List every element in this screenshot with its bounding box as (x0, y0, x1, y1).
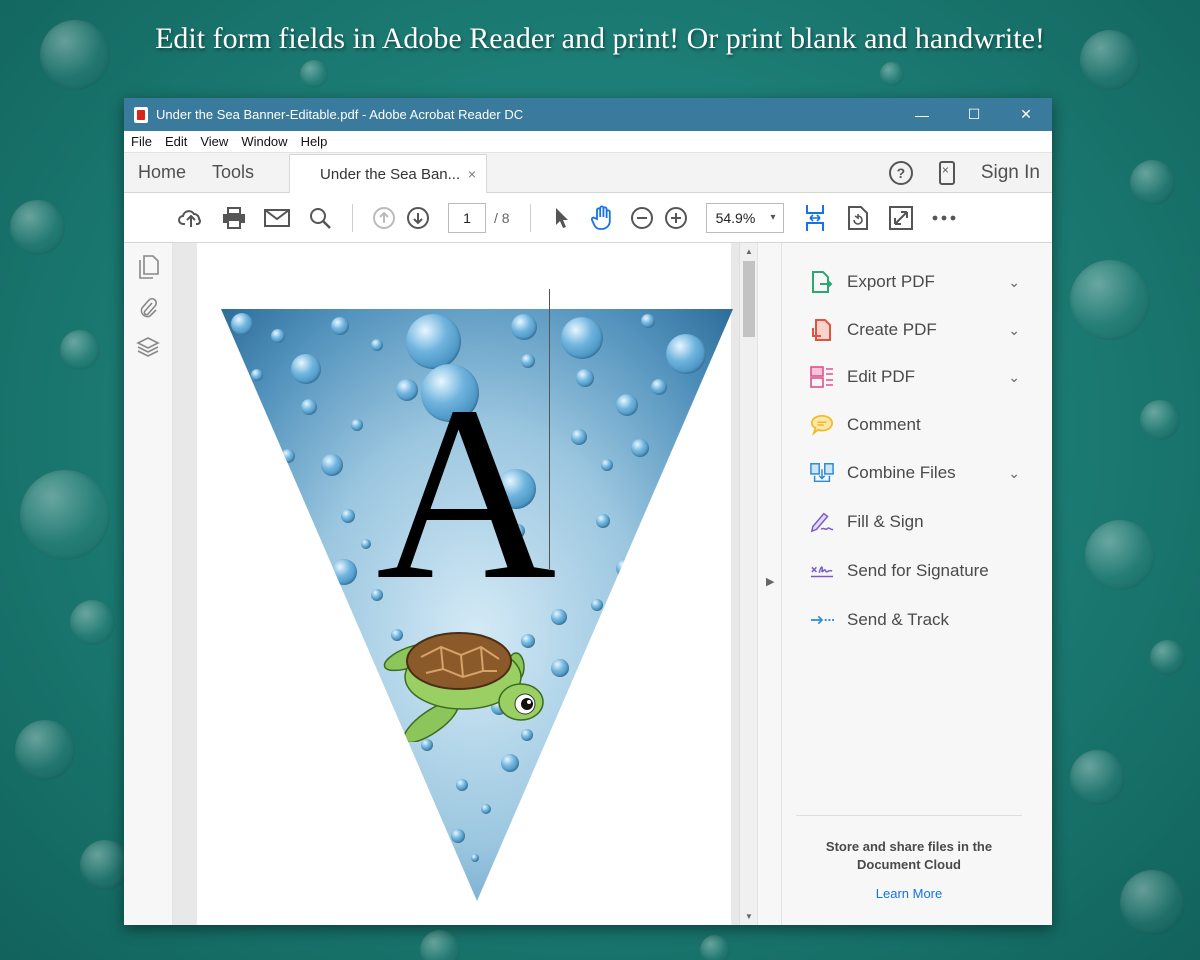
page-thumbnails-icon[interactable] (136, 255, 160, 279)
zoom-level-select[interactable]: 54.9% ▾ (705, 202, 784, 233)
document-viewport[interactable]: A ▲ ▼ (173, 243, 757, 925)
upload-cloud-icon[interactable] (178, 205, 204, 231)
hand-icon[interactable] (589, 205, 615, 231)
tool-edit-pdf[interactable]: Edit PDF ⌄ (810, 362, 1020, 392)
chevron-down-icon[interactable]: ⌄ (1008, 322, 1020, 339)
pdf-page: A (197, 243, 733, 925)
tool-send-and-track[interactable]: Send & Track (810, 605, 1020, 635)
select-arrow-icon[interactable] (549, 205, 575, 231)
expand-right-arrow-icon[interactable]: ▶ (766, 575, 774, 588)
tool-fill-and-sign[interactable]: Fill & Sign (810, 507, 1020, 537)
content-area: ◀ (124, 243, 1052, 925)
vertical-scrollbar[interactable]: ▲ ▼ (739, 243, 757, 925)
tool-comment[interactable]: Comment (810, 410, 1020, 440)
close-tab-icon[interactable]: × (468, 166, 476, 182)
tool-label: Fill & Sign (847, 512, 924, 531)
main-toolbar: 1 / 8 54.9% ▾ (124, 193, 1052, 243)
rotate-icon[interactable] (845, 205, 871, 231)
sea-turtle-illustration (383, 632, 544, 742)
print-icon[interactable] (221, 205, 247, 231)
panel-toggle-strip: ▶ (757, 243, 782, 925)
sign-in-button[interactable]: Sign In (981, 162, 1040, 184)
document-cloud-text: Store and share files in the Document Cl… (825, 839, 993, 872)
page-total: / 8 (494, 209, 510, 226)
send-track-arrow-icon (810, 608, 834, 632)
tab-tools[interactable]: Tools (199, 152, 267, 192)
banner-letter-field[interactable]: A (376, 369, 557, 619)
tool-label: Send & Track (847, 610, 950, 629)
acrobat-window: Under the Sea Banner-Editable.pdf - Adob… (124, 98, 1052, 925)
chevron-down-icon[interactable]: ⌄ (1008, 465, 1020, 482)
prev-page-icon[interactable] (371, 205, 397, 231)
tab-bar: Home Tools Under the Sea Ban... × ? Sign… (124, 153, 1052, 193)
tool-label: Comment (847, 415, 921, 434)
scroll-mode-icon[interactable] (802, 204, 828, 231)
combine-files-icon (810, 461, 834, 485)
menu-bar: File Edit View Window Help (124, 131, 1052, 153)
search-icon[interactable] (307, 205, 333, 231)
scroll-down-icon[interactable]: ▼ (745, 912, 753, 921)
menu-help[interactable]: Help (301, 134, 328, 149)
page-number-input[interactable]: 1 (448, 202, 486, 233)
zoom-in-icon[interactable] (663, 205, 689, 231)
minimize-button[interactable]: — (896, 98, 948, 131)
email-icon[interactable] (264, 205, 290, 231)
help-icon[interactable]: ? (888, 161, 913, 185)
zoom-out-icon[interactable] (629, 205, 655, 231)
tool-label: Send for Signature (847, 561, 989, 580)
text-cursor-line (549, 289, 550, 569)
toolbar-divider (529, 203, 531, 232)
document-cloud-promo: Store and share files in the Document Cl… (796, 815, 1022, 901)
scroll-up-icon[interactable]: ▲ (745, 247, 753, 256)
tool-label: Export PDF (847, 272, 935, 291)
document-tab-label: Under the Sea Ban... (320, 165, 461, 183)
title-bar: Under the Sea Banner-Editable.pdf - Adob… (124, 98, 1052, 131)
fullscreen-icon[interactable] (888, 205, 914, 231)
layers-icon[interactable] (136, 335, 160, 359)
pennant-bubbles-background: A (221, 309, 733, 901)
more-icon[interactable] (931, 205, 957, 231)
zoom-level-value: 54.9% (715, 209, 756, 226)
close-window-button[interactable]: ✕ (1000, 98, 1052, 131)
tool-combine-files[interactable]: Combine Files ⌄ (810, 458, 1020, 488)
menu-view[interactable]: View (200, 134, 228, 149)
send-signature-icon (810, 559, 834, 583)
tool-create-pdf[interactable]: Create PDF ⌄ (810, 315, 1020, 345)
promo-headline: Edit form fields in Adobe Reader and pri… (155, 22, 1045, 55)
tool-label: Create PDF (847, 320, 937, 339)
menu-edit[interactable]: Edit (165, 134, 187, 149)
tab-document[interactable]: Under the Sea Ban... × (289, 154, 488, 193)
acrobat-pdf-icon (134, 106, 148, 123)
banner-pennant: A (221, 309, 733, 901)
comment-icon (810, 413, 834, 437)
tab-home[interactable]: Home (124, 152, 199, 192)
left-navigation-rail: ◀ (124, 243, 184, 925)
chevron-down-icon[interactable]: ⌄ (1008, 274, 1020, 291)
chevron-down-icon[interactable]: ⌄ (1008, 369, 1020, 386)
tool-send-for-signature[interactable]: Send for Signature (810, 556, 1020, 586)
mobile-link-icon[interactable] (938, 161, 955, 185)
attachments-paperclip-icon[interactable] (136, 295, 160, 319)
learn-more-link[interactable]: Learn More (796, 886, 1022, 901)
tool-label: Combine Files (847, 463, 956, 482)
menu-window[interactable]: Window (241, 134, 287, 149)
scroll-thumb[interactable] (743, 261, 755, 337)
menu-file[interactable]: File (131, 134, 152, 149)
export-pdf-icon (810, 270, 834, 294)
maximize-button[interactable]: ☐ (948, 98, 1000, 131)
window-title: Under the Sea Banner-Editable.pdf - Adob… (156, 107, 524, 122)
tool-export-pdf[interactable]: Export PDF ⌄ (810, 267, 1020, 297)
tool-label: Edit PDF (847, 367, 916, 386)
toolbar-divider (352, 203, 353, 232)
next-page-icon[interactable] (405, 205, 431, 231)
edit-pdf-icon (810, 365, 834, 389)
chevron-down-icon: ▾ (770, 212, 776, 223)
create-pdf-icon (810, 318, 834, 342)
tools-panel: Export PDF ⌄ Create PDF ⌄ Edit PDF ⌄ Com… (782, 243, 1052, 925)
fill-sign-pen-icon (810, 510, 834, 534)
